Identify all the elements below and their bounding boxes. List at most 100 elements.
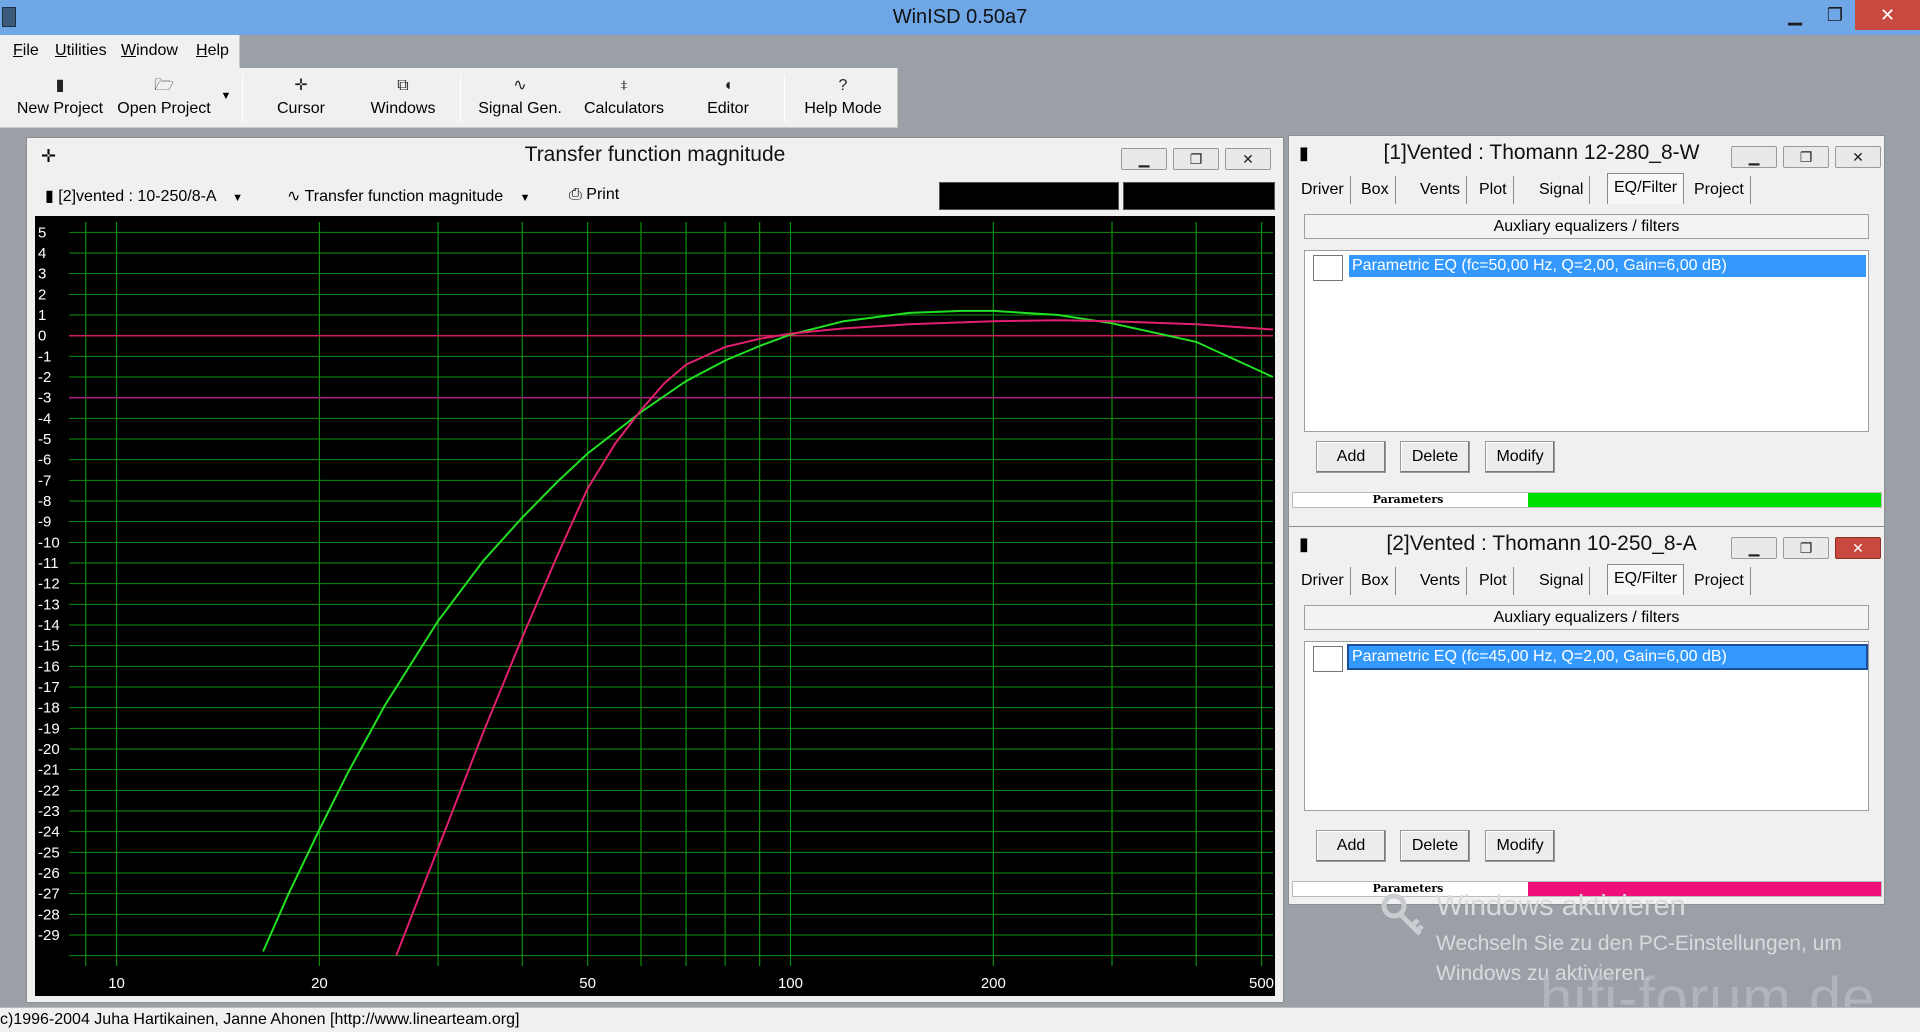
transfer-function-plot[interactable]: 5 4 3 2 1 0 -1 -2 -3 -4 -5 -6 -7 -8 -9 -10 -11 -12 -13 -14-… [35, 216, 1275, 996]
calculator-icon: ⧧ [619, 77, 629, 94]
open-project-button[interactable]: 🗁 Open Project [112, 68, 216, 126]
y-tick-label: 3 [38, 266, 46, 283]
print-icon: ⎙ [569, 186, 582, 203]
menu-window[interactable]: Window [121, 42, 178, 60]
y-tick-label: -19 [38, 720, 60, 737]
driver1-restore-button[interactable]: ❐ [1783, 146, 1829, 168]
minimize-button[interactable]: ▁ [1775, 0, 1815, 30]
add-button[interactable]: Add [1316, 441, 1386, 473]
project-select-value: [2]vented : 10-250/8-A [58, 188, 216, 205]
y-tick-label: -29 [38, 927, 60, 944]
graph-type-select[interactable]: ∿ Transfer function magnitude ▼ [287, 186, 531, 206]
tab-box[interactable]: Box [1355, 567, 1396, 595]
watermark-line: Wechseln Sie zu den PC-Einstellungen, um [1436, 932, 1842, 955]
eq-item-label[interactable]: Parametric EQ (fc=45,00 Hz, Q=2,00, Gain… [1347, 644, 1868, 670]
delete-button[interactable]: Delete [1400, 441, 1470, 473]
add-button[interactable]: Add [1316, 830, 1386, 862]
x-tick-label: 10 [108, 975, 125, 992]
editor-button[interactable]: ◖ Editor [684, 68, 772, 126]
print-button[interactable]: ⎙ Print [569, 186, 619, 204]
y-tick-label: -21 [38, 762, 60, 779]
tab-signal[interactable]: Signal [1533, 567, 1591, 595]
toolbar-separator [460, 74, 461, 122]
driver2-close-button[interactable]: ✕ [1835, 537, 1881, 559]
signal-gen-button[interactable]: ∿ Signal Gen. [472, 68, 568, 126]
tab-project[interactable]: Project [1688, 567, 1751, 595]
open-folder-icon: 🗁 [154, 77, 174, 94]
y-tick-label: -20 [38, 741, 60, 758]
y-tick-label: -28 [38, 906, 60, 923]
cursor-readout-box [939, 182, 1119, 210]
project-select[interactable]: ▮ [2]vented : 10-250/8-A ▼ [45, 186, 243, 206]
eq-item-label[interactable]: Parametric EQ (fc=50,00 Hz, Q=2,00, Gain… [1349, 255, 1866, 277]
parameters-indicator [1528, 493, 1881, 507]
series-line-1 [262, 309, 1274, 952]
tab-plot[interactable]: Plot [1473, 567, 1514, 595]
tab-vents[interactable]: Vents [1414, 567, 1468, 595]
tab-vents[interactable]: Vents [1414, 176, 1468, 204]
driver-icon: ▮ [1299, 143, 1309, 163]
delete-button[interactable]: Delete [1400, 830, 1470, 862]
menu-bar: File Utilities Window Help [0, 35, 240, 68]
y-tick-label: -12 [38, 576, 60, 593]
menu-help-text: elp [207, 42, 229, 59]
y-tick-label: -25 [38, 844, 60, 861]
calculators-button[interactable]: ⧧ Calculators [576, 68, 672, 126]
driver2-restore-button[interactable]: ❐ [1783, 537, 1829, 559]
project-icon: ▮ [45, 188, 54, 205]
menu-help[interactable]: Help [196, 42, 229, 60]
graph-restore-button[interactable]: ❐ [1173, 148, 1219, 170]
title-bar: WinISD 0.50a7 ▁ ❐ ✕ [0, 0, 1920, 35]
y-tick-label: -10 [38, 534, 60, 551]
y-tick-label: -8 [38, 493, 51, 510]
menu-file-accel: F [13, 42, 23, 59]
help-mode-label: Help Mode [804, 100, 882, 117]
maximize-button[interactable]: ❐ [1815, 0, 1855, 30]
y-tick-label: -6 [38, 452, 51, 469]
graph-close-button[interactable]: ✕ [1225, 148, 1271, 170]
driver1-minimize-button[interactable]: ▁ [1731, 146, 1777, 168]
y-tick-label: -1 [38, 348, 51, 365]
close-button[interactable]: ✕ [1855, 0, 1920, 30]
list-item[interactable]: Parametric EQ (fc=45,00 Hz, Q=2,00, Gain… [1307, 644, 1868, 672]
tab-driver[interactable]: Driver [1295, 176, 1351, 204]
menu-file[interactable]: File [13, 42, 39, 60]
new-project-icon: ▮ [55, 77, 65, 94]
print-label: Print [586, 186, 620, 203]
menu-file-text: ile [22, 42, 39, 59]
calculators-label: Calculators [583, 100, 665, 117]
tab-eq-filter[interactable]: EQ/Filter [1607, 173, 1685, 204]
tab-plot[interactable]: Plot [1473, 176, 1514, 204]
tab-signal[interactable]: Signal [1533, 176, 1591, 204]
aux-eq-header: Auxliary equalizers / filters [1304, 214, 1869, 239]
new-project-button[interactable]: ▮ New Project [10, 68, 110, 126]
editor-label: Editor [707, 100, 749, 117]
eq-list[interactable]: Parametric EQ (fc=45,00 Hz, Q=2,00, Gain… [1304, 641, 1869, 811]
y-tick-label: -24 [38, 824, 60, 841]
graph-minimize-button[interactable]: ▁ [1121, 148, 1167, 170]
eq-list[interactable]: Parametric EQ (fc=50,00 Hz, Q=2,00, Gain… [1304, 250, 1869, 432]
modify-button[interactable]: Modify [1485, 441, 1555, 473]
driver1-close-button[interactable]: ✕ [1835, 146, 1881, 168]
windows-button[interactable]: ⧉ Windows [358, 68, 448, 126]
cursor-button[interactable]: ✛ Cursor [256, 68, 346, 126]
eq-enable-checkbox[interactable] [1313, 646, 1343, 672]
modify-button[interactable]: Modify [1485, 830, 1555, 862]
tab-project[interactable]: Project [1688, 176, 1751, 204]
x-tick-label: 20 [311, 975, 328, 992]
tab-eq-filter[interactable]: EQ/Filter [1607, 564, 1685, 595]
menu-utilities-accel: U [55, 42, 67, 59]
tab-box[interactable]: Box [1355, 176, 1396, 204]
y-tick-label: -27 [38, 886, 60, 903]
cursor-readout-box [1123, 182, 1275, 210]
help-mode-button[interactable]: ? Help Mode [794, 68, 892, 126]
list-item[interactable]: Parametric EQ (fc=50,00 Hz, Q=2,00, Gain… [1307, 255, 1866, 281]
menu-utilities[interactable]: Utilities [55, 42, 107, 60]
plot-svg: 543210-1-2-3-4-5-6-7-8-9-10-11-12-13-14-… [38, 222, 1274, 992]
driver2-minimize-button[interactable]: ▁ [1731, 537, 1777, 559]
open-project-dropdown[interactable]: ▼ [216, 68, 236, 126]
tab-driver[interactable]: Driver [1295, 567, 1351, 595]
toolbar-separator [784, 74, 785, 122]
menu-window-accel: W [121, 42, 137, 59]
eq-enable-checkbox[interactable] [1313, 255, 1343, 281]
